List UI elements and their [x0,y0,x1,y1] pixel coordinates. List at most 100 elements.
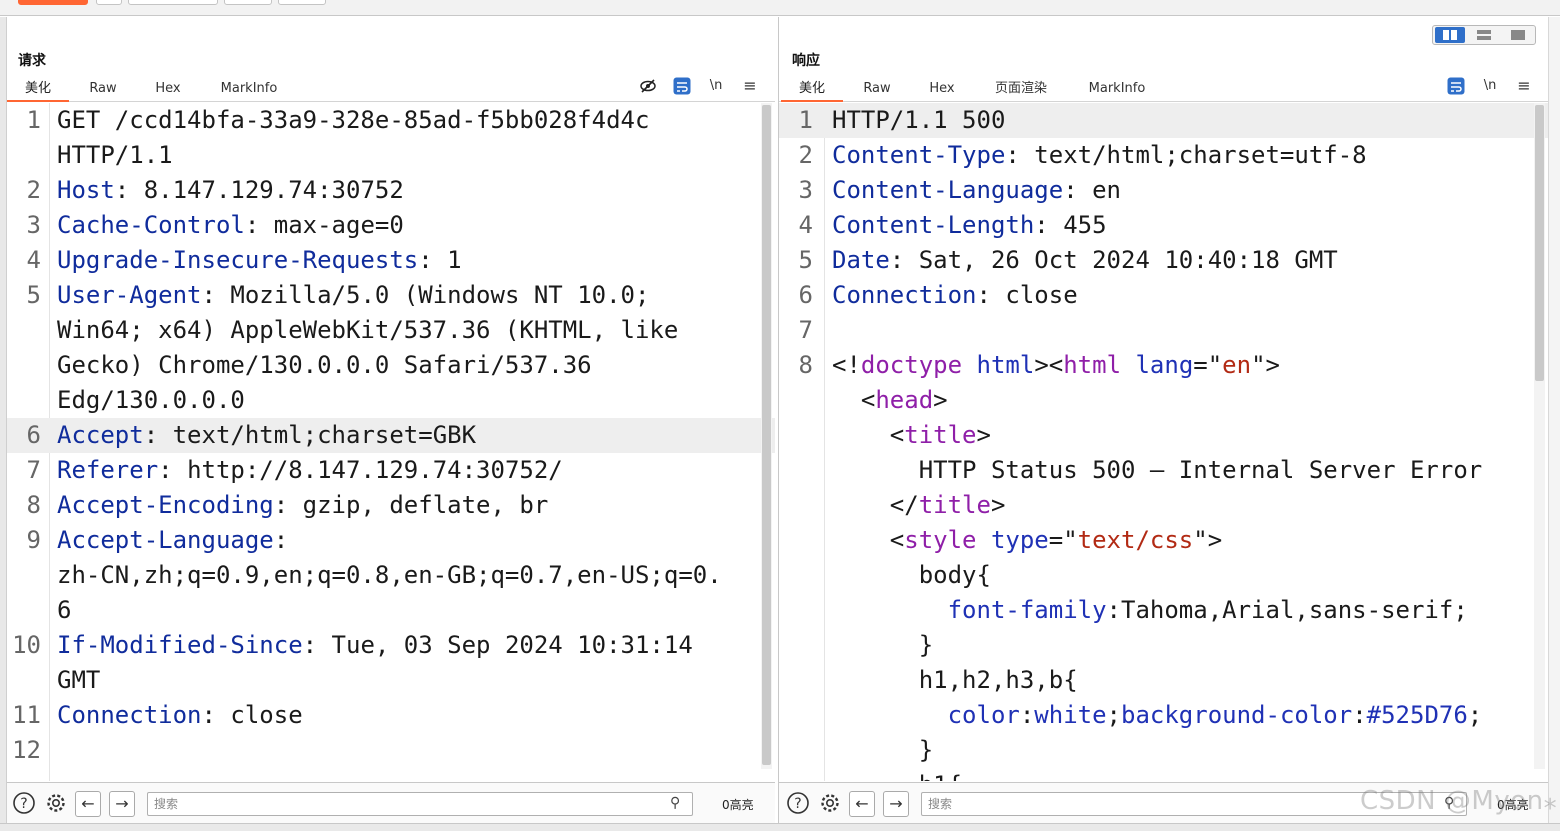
header-separator: : [143,421,173,449]
menu-icon[interactable]: ≡ [741,77,759,95]
settings-icon[interactable] [43,791,69,817]
header-name: Connection [57,701,202,729]
code-plain: zh-CN,zh;q=0.9,en;q=0.8,en-GB;q=0.7,en-U… [57,561,722,589]
code-text: } [832,733,933,768]
code-token: :Tahoma,Arial,sans-serif; [1106,596,1468,624]
toolbar-button[interactable] [278,0,326,5]
newline-icon[interactable]: \n [1481,77,1499,95]
header-name: Content-Type [832,141,1006,169]
code-token: font-family [947,596,1107,624]
toolbar-button[interactable] [96,0,122,5]
view-mode-toggle [1432,25,1536,45]
code-text: HTTP/1.1 500 [832,103,1005,138]
back-arrow-icon[interactable]: ← [849,791,875,817]
code-line: Win64; x64) AppleWebKit/537.36 (KHTML, l… [7,313,775,348]
line-number: 6 [798,281,813,309]
request-search-box[interactable]: ⚲ [147,792,693,816]
code-token: "> [1251,351,1280,379]
response-scrollbar[interactable] [1534,103,1545,769]
toolbar-button[interactable] [128,0,218,5]
code-token: ; [1467,701,1483,729]
code-token: title [918,491,991,519]
request-scrollbar-thumb[interactable] [762,105,771,765]
code-text: Connection: close [832,278,1078,313]
request-tab-hex[interactable]: Hex [143,78,193,102]
response-tab-hex[interactable]: Hex [917,78,967,102]
response-search-input[interactable] [928,796,1408,812]
request-editor[interactable]: 1 GET /ccd14bfa-33a9-328e-85ad-f5bb028f4d… [7,103,775,781]
back-arrow-icon[interactable]: ← [75,791,101,817]
code-token: h1{ [832,771,962,781]
code-token: "> [1193,526,1223,554]
code-text: } [832,628,933,663]
code-line: 8 <!doctype html><html lang="en"> [779,348,1548,383]
single-view-icon[interactable] [1503,27,1533,43]
header-name: Content-Language [832,176,1064,204]
wrap-icon[interactable] [1447,77,1465,95]
response-tab-pretty[interactable]: 美化 [781,78,843,102]
settings-icon[interactable] [817,791,843,817]
header-name: Cache-Control [57,211,245,239]
request-search-input[interactable] [154,796,634,812]
code-line: GMT [7,663,775,698]
code-token: > [990,491,1006,519]
header-name: Referer [57,456,159,484]
menu-icon[interactable]: ≡ [1515,77,1533,95]
newline-icon[interactable]: \n [707,77,725,95]
response-tab-render[interactable]: 页面渲染 [985,78,1057,102]
code-token: type [990,526,1049,554]
code-token: color [947,701,1020,729]
header-name: Accept-Encoding [57,491,274,519]
header-value: 1 [447,246,462,274]
response-editor[interactable]: 1 HTTP/1.1 500 2 Content-Type: text/html;ch… [779,103,1548,781]
line-number: 4 [798,211,813,239]
code-line: 12 [7,733,775,768]
code-line: 1 HTTP/1.1 500 [779,103,1548,138]
code-token: < [832,526,905,554]
svg-text:?: ? [794,796,801,812]
line-number: 11 [12,701,41,729]
header-value: text/html;charset=GBK [172,421,477,449]
request-tab-pretty[interactable]: 美化 [7,78,69,102]
line-number: 6 [26,421,41,449]
help-icon[interactable]: ? [11,791,37,817]
watermark: CSDN @Myon⁎ [1360,786,1558,816]
header-name: Connection [832,281,977,309]
request-tab-raw[interactable]: Raw [77,78,129,102]
code-token: : [1019,701,1035,729]
code-text: Content-Language: en [832,173,1121,208]
forward-arrow-icon[interactable]: → [109,791,135,817]
response-scrollbar-thumb[interactable] [1535,105,1544,381]
code-line: 11 Connection: close [7,698,775,733]
code-line: 4 Upgrade-Insecure-Requests: 1 [7,243,775,278]
code-text: <!doctype html><html lang="en"> [832,348,1280,383]
code-text: body{ [832,558,991,593]
line-number: 2 [26,176,41,204]
search-icon[interactable]: ⚲ [670,795,680,811]
code-line: color:white;background-color:#525D76; [779,698,1548,733]
line-number: 10 [12,631,41,659]
header-value: en [1092,176,1121,204]
code-text: Accept-Language: [57,523,303,558]
toolbar-button[interactable] [224,0,272,5]
response-tab-raw[interactable]: Raw [851,78,903,102]
forward-arrow-icon[interactable]: → [883,791,909,817]
code-plain: HTTP/1.1 [57,141,173,169]
code-line: 6 Connection: close [779,278,1548,313]
request-scrollbar[interactable] [761,103,772,769]
horizontal-view-icon[interactable] [1469,27,1499,43]
line-number: 12 [12,736,41,764]
code-line: 9 Accept-Language: [7,523,775,558]
send-button[interactable] [18,0,88,5]
request-tab-markinfo[interactable]: MarkInfo [211,78,287,102]
code-token: #525D76 [1366,701,1468,729]
help-icon[interactable]: ? [785,791,811,817]
response-tab-markinfo[interactable]: MarkInfo [1079,78,1155,102]
code-line: body{ [779,558,1548,593]
split-view-icon[interactable] [1435,27,1465,43]
eye-off-icon[interactable] [639,77,657,95]
code-text: HTTP Status 500 – Internal Server Error [832,453,1483,488]
wrap-icon[interactable] [673,77,691,95]
